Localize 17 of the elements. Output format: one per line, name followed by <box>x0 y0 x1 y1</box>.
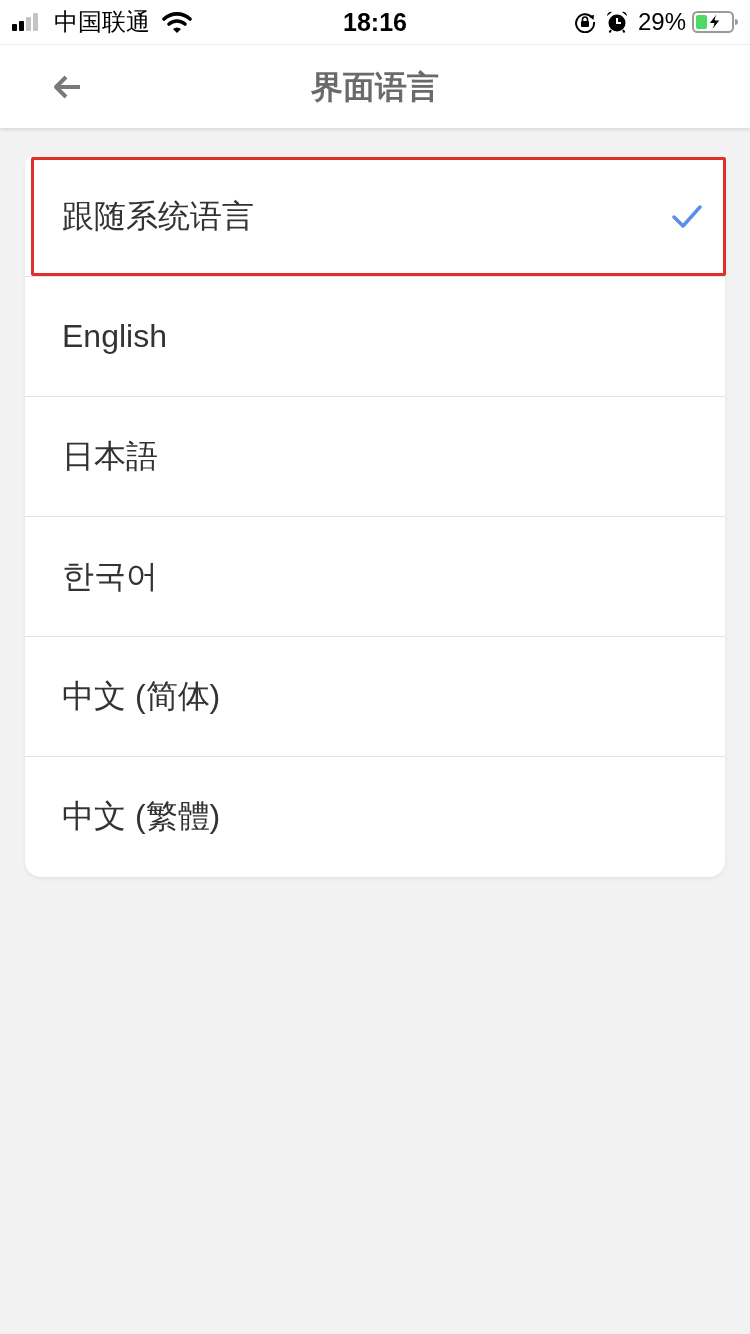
carrier-name: 中国联通 <box>54 8 150 36</box>
signal-bars-icon <box>12 13 38 31</box>
language-option[interactable]: English <box>25 277 725 397</box>
rotation-lock-icon <box>573 11 596 33</box>
language-option[interactable]: 中文 (繁體) <box>25 757 725 877</box>
page-title: 界面语言 <box>311 67 439 107</box>
checkmark-icon <box>672 205 702 228</box>
battery-charging-icon <box>692 11 738 33</box>
battery-percentage: 29% <box>637 8 686 36</box>
wifi-icon <box>162 11 192 33</box>
back-arrow-icon <box>52 73 82 100</box>
language-option[interactable]: 跟随系统语言 <box>25 157 725 277</box>
clock-time: 18:16 <box>343 8 407 36</box>
language-option[interactable]: 한국어 <box>25 517 725 637</box>
language-option[interactable]: 中文 (简体) <box>25 637 725 757</box>
language-option[interactable]: 日本語 <box>25 397 725 517</box>
alarm-clock-icon <box>605 11 628 33</box>
